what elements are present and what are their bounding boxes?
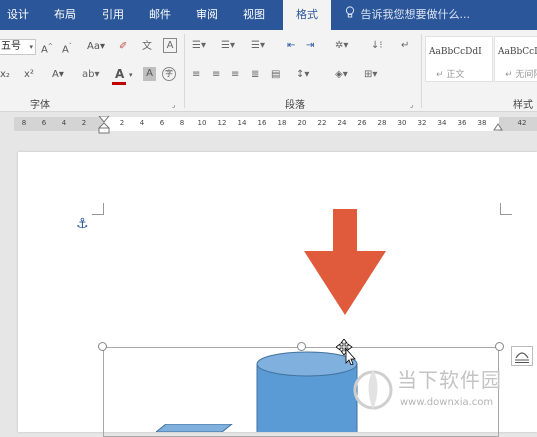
shrink-font-icon[interactable]: Aˇ [62,40,72,57]
align-left-icon[interactable]: ≡ [192,68,200,82]
sort-icon[interactable]: ↓⁝ [371,39,383,53]
ribbon-tab-bar: 设计 布局 引用 邮件 审阅 视图 格式 告诉我您想要做什么... [0,0,537,30]
right-indent-marker-icon[interactable] [493,122,503,131]
ruler-number: 12 [217,119,227,127]
ruler-number: 42 [517,119,527,127]
cube-shape[interactable] [156,424,236,432]
char-border-icon[interactable]: A [163,38,177,53]
increase-indent-icon[interactable]: ⇥ [306,39,314,53]
ruler-number: 26 [357,119,367,127]
indent-markers-icon[interactable] [98,116,110,134]
ruler-number: 6 [159,119,165,127]
tab-view[interactable]: 视图 [236,0,272,30]
font-size-value: 五号 [1,41,21,52]
decrease-indent-icon[interactable]: ⇤ [287,39,295,53]
watermark-name: 当下软件园 [397,368,502,392]
style-normal[interactable]: AaBbCcDdI ↵ 正文 [425,36,493,82]
ruler-number: 8 [179,119,185,127]
ruler-number: 20 [297,119,307,127]
ruler-number: 4 [61,119,67,127]
paragraph-dialog-launcher-icon[interactable]: ⌟ [410,98,413,112]
font-color-icon[interactable]: A [115,67,124,81]
show-marks-icon[interactable]: ↵ [401,39,409,53]
margin-corner-mark [500,203,512,215]
superscript-icon[interactable]: x² [24,68,34,82]
distribute-icon[interactable]: ▤ [271,68,280,82]
paragraph-group-label: 段落 [285,100,305,111]
font-color-bar [112,82,126,85]
font-color-dropdown[interactable]: ▾ [129,68,133,82]
multilevel-list-icon[interactable]: ☰▾ [251,39,265,53]
ruler-number: 18 [277,119,287,127]
lightbulb-icon [345,0,357,30]
char-shading-icon[interactable]: A [143,67,156,81]
align-right-icon[interactable]: ≡ [231,68,239,82]
resize-handle[interactable] [98,342,107,351]
ruler-number: 34 [437,119,447,127]
change-case-icon[interactable]: Aa▾ [87,40,105,54]
text-effects-icon[interactable]: A▾ [52,68,64,82]
style-name: ↵ 无间隔 [505,70,537,80]
line-spacing-icon[interactable]: ↕▾ [296,68,309,82]
resize-handle[interactable] [495,342,504,351]
ruler-number: 8 [21,119,27,127]
tell-me-search[interactable]: 告诉我您想要做什么... [345,0,470,30]
ribbon: 五号 ▾ A^ Aˇ Aa▾ ✐ 文 A x₂ x² A▾ ab▾ A ▾ A … [0,30,537,112]
ruler-number: 36 [457,119,467,127]
bullets-icon[interactable]: ☰▾ [192,39,206,53]
numbering-icon[interactable]: ☰▾ [221,39,235,53]
justify-icon[interactable]: ≣ [251,68,259,82]
phonetic-guide-icon[interactable]: 文 [142,40,152,54]
ruler-number: 22 [317,119,327,127]
horizontal-ruler[interactable]: 8 6 4 2 2 4 6 8 10 12 14 16 18 20 22 24 26 28 30 32 34 36 38 42 [14,116,537,134]
ruler-number: 30 [397,119,407,127]
ruler-number: 2 [119,119,125,127]
anchor-icon[interactable]: ⚓ [76,216,89,232]
font-dialog-launcher-icon[interactable]: ⌟ [172,98,175,112]
style-sample: AaBbCcI [498,47,537,57]
ruler-number: 24 [337,119,347,127]
ruler-number: 32 [417,119,427,127]
ruler-number: 14 [237,119,247,127]
watermark: 当下软件园 www.downxia.com [352,362,522,422]
margin-corner-mark [92,203,104,215]
tab-design[interactable]: 设计 [0,0,36,30]
styles-group-label: 样式 [513,100,533,111]
ruler-number: 16 [257,119,267,127]
font-size-select[interactable]: 五号 ▾ [0,39,36,55]
grow-font-icon[interactable]: A^ [41,40,53,57]
group-divider [184,34,185,108]
enclose-char-icon[interactable]: 字 [162,67,176,81]
watermark-logo-icon [353,370,393,410]
ruler-number: 28 [377,119,387,127]
tab-references[interactable]: 引用 [95,0,131,30]
align-center-icon[interactable]: ≡ [212,68,220,82]
style-sample: AaBbCcDdI [429,47,482,57]
ruler-number: 2 [81,119,87,127]
group-divider [421,34,422,108]
tab-mailings[interactable]: 邮件 [142,0,178,30]
watermark-url: www.downxia.com [400,397,494,408]
tab-layout[interactable]: 布局 [47,0,83,30]
tab-review[interactable]: 审阅 [189,0,225,30]
clear-format-icon[interactable]: ✐ [119,40,127,54]
tell-me-text: 告诉我您想要做什么... [360,8,471,21]
subscript-icon[interactable]: x₂ [0,68,10,82]
ruler-number: 38 [477,119,487,127]
highlight-icon[interactable]: ab▾ [82,68,100,82]
asian-layout-icon[interactable]: ✲▾ [335,39,348,53]
borders-icon[interactable]: ⊞▾ [364,68,377,82]
shading-icon[interactable]: ◈▾ [335,68,348,82]
ruler-number: 6 [41,119,47,127]
down-arrow-shape[interactable] [302,209,388,316]
ruler-number: 4 [139,119,145,127]
style-name: ↵ 正文 [436,70,465,80]
tab-format[interactable]: 格式 [283,0,331,30]
style-no-spacing[interactable]: AaBbCcI ↵ 无间隔 [494,36,537,82]
ruler-number: 10 [197,119,207,127]
font-group-label: 字体 [30,100,50,111]
